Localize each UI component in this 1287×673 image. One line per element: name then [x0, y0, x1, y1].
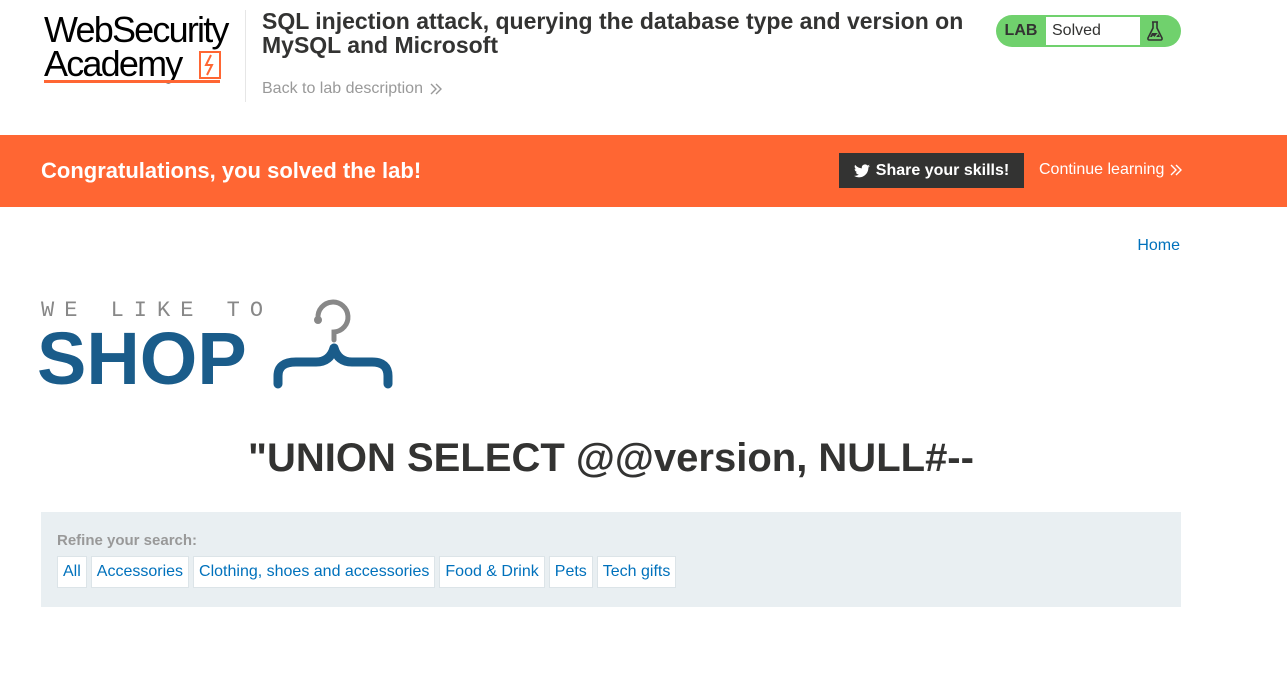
congratulations-message: Congratulations, you solved the lab! [41, 158, 422, 183]
header-divider [245, 10, 246, 102]
web-security-academy-logo[interactable]: WebSecurity Academy [44, 12, 244, 88]
continue-learning-label: Continue learning [1039, 161, 1165, 178]
logo-bolt-icon [199, 51, 221, 79]
lab-badge: LAB [1004, 22, 1038, 39]
filter-panel: Refine your search: All Accessories Clot… [41, 512, 1181, 607]
chevron-double-right-icon [430, 83, 442, 95]
filter-pets[interactable]: Pets [548, 556, 593, 588]
share-skills-label: Share your skills! [875, 161, 1010, 179]
filter-clothing-shoes-accessories[interactable]: Clothing, shoes and accessories [193, 556, 436, 588]
lab-status-widget: LAB Solved [996, 15, 1181, 47]
filter-accessories[interactable]: Accessories [90, 556, 190, 588]
top-navigation: Home [1137, 237, 1180, 255]
back-to-lab-description-link[interactable]: Back to lab description [262, 80, 443, 98]
back-link-label: Back to lab description [262, 80, 423, 97]
share-skills-button[interactable]: Share your skills! [839, 153, 1024, 188]
filter-list: All Accessories Clothing, shoes and acce… [57, 556, 677, 588]
academy-header: WebSecurity Academy SQL injection attack… [0, 0, 1287, 135]
shop-logo-word: SHOP [37, 317, 247, 400]
logo-line-2: Academy [44, 43, 183, 84]
filter-tech-gifts[interactable]: Tech gifts [596, 556, 677, 588]
lab-solved-banner: Congratulations, you solved the lab! Sha… [0, 135, 1287, 207]
hanger-icon [273, 299, 393, 389]
continue-learning-link[interactable]: Continue learning [1039, 161, 1183, 179]
logo-underline [44, 80, 220, 83]
filter-all[interactable]: All [57, 556, 87, 588]
lab-status-text: Solved [1046, 17, 1140, 45]
we-like-to-shop-logo: WE LIKE TO SHOP [37, 296, 400, 396]
twitter-icon [853, 163, 870, 177]
filter-food-drink[interactable]: Food & Drink [439, 556, 545, 588]
search-results-heading: "UNION SELECT @@version, NULL#-- [248, 436, 974, 480]
chevron-double-right-icon [1170, 164, 1183, 176]
refine-search-label: Refine your search: [57, 532, 198, 549]
home-link[interactable]: Home [1137, 237, 1180, 254]
flask-icon [1147, 21, 1163, 41]
lab-title: SQL injection attack, querying the datab… [262, 8, 964, 58]
